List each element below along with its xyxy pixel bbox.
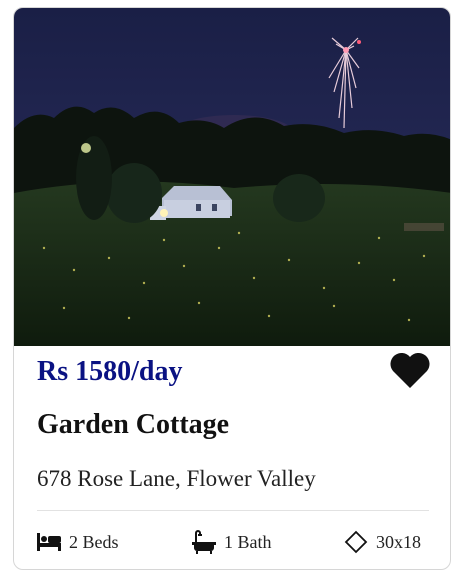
diamond-area-icon: [344, 530, 368, 554]
size-feature: 30x18: [344, 528, 421, 556]
property-photo[interactable]: [14, 8, 451, 346]
property-address: 678 Rose Lane, Flower Valley: [37, 466, 316, 491]
bathtub-icon: [192, 530, 216, 554]
property-title: Garden Cottage: [37, 409, 230, 440]
bath-label: 1 Bath: [224, 531, 272, 552]
divider: [37, 510, 429, 511]
property-card[interactable]: Rs 1580/day Garden Cottage 678 Rose Lane…: [13, 7, 451, 570]
price-label: Rs 1580/day: [37, 356, 183, 387]
heart-icon[interactable]: [388, 350, 432, 390]
beds-label: 2 Beds: [69, 531, 119, 552]
bed-icon: [37, 533, 61, 551]
bath-feature: 1 Bath: [192, 528, 272, 556]
size-label: 30x18: [376, 531, 421, 552]
beds-feature: 2 Beds: [37, 528, 119, 556]
